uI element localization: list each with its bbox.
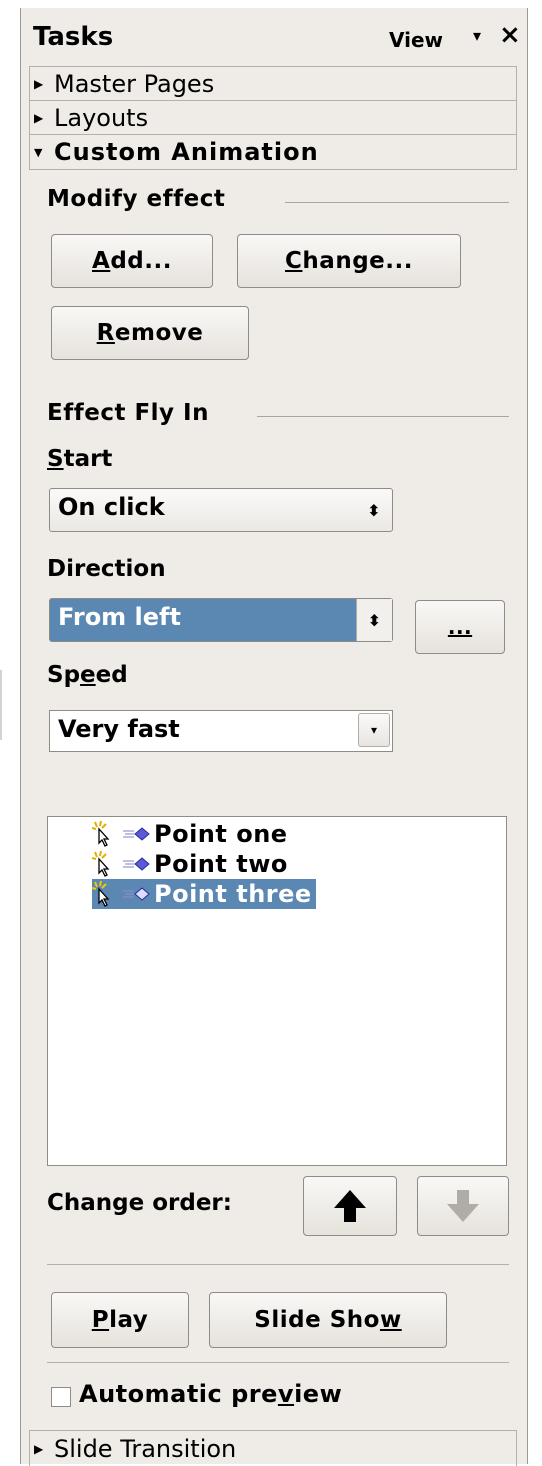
section-label: Master Pages bbox=[54, 69, 215, 98]
view-menu-button[interactable]: View bbox=[389, 28, 443, 52]
start-select[interactable]: On click ⬍ bbox=[49, 488, 393, 532]
expand-triangle-icon: ▶ bbox=[34, 76, 44, 91]
group-divider bbox=[285, 202, 509, 203]
spin-arrows-icon: ⬍ bbox=[356, 599, 392, 641]
button-label: Slide Sho bbox=[254, 1307, 380, 1333]
expand-triangle-icon: ▶ bbox=[34, 110, 44, 125]
arrow-up-icon bbox=[334, 1190, 366, 1222]
start-value: On click bbox=[58, 493, 165, 521]
fly-in-effect-icon bbox=[123, 857, 150, 871]
collapse-triangle-icon: ▼ bbox=[34, 145, 44, 159]
list-item[interactable]: Point two bbox=[92, 849, 288, 879]
start-label: Start bbox=[47, 446, 112, 472]
mnemonic: e bbox=[80, 662, 96, 688]
section-custom-animation[interactable]: ▼ Custom Animation bbox=[29, 134, 517, 170]
list-item[interactable]: Point three bbox=[92, 879, 316, 909]
close-pane-button[interactable]: × bbox=[499, 20, 521, 50]
label-text: Automatic pre bbox=[79, 1380, 278, 1408]
mnemonic: S bbox=[47, 446, 64, 472]
section-label: Slide Transition bbox=[54, 1434, 237, 1463]
speed-value: Very fast bbox=[58, 715, 180, 743]
section-slide-transition[interactable]: ▶ Slide Transition bbox=[29, 1430, 517, 1466]
label-text: Sp bbox=[47, 662, 81, 688]
button-label: lay bbox=[109, 1307, 149, 1333]
section-label: Custom Animation bbox=[54, 138, 319, 166]
mnemonic: P bbox=[91, 1307, 110, 1333]
direction-label: Direction bbox=[47, 556, 166, 582]
view-menu-arrow-icon[interactable]: ▾ bbox=[473, 26, 481, 45]
speed-select[interactable]: Very fast ▾ bbox=[49, 710, 393, 752]
divider bbox=[47, 1362, 509, 1363]
list-item-label: Point three bbox=[154, 880, 312, 908]
mnemonic: C bbox=[285, 248, 303, 274]
fly-in-effect-icon bbox=[123, 887, 150, 901]
automatic-preview-checkbox[interactable] bbox=[51, 1387, 71, 1407]
label-text: ed bbox=[95, 662, 128, 688]
list-item[interactable]: Point one bbox=[92, 819, 288, 849]
expand-triangle-icon: ▶ bbox=[34, 1441, 44, 1456]
add-effect-button[interactable]: Add... bbox=[51, 234, 213, 288]
button-label: dd... bbox=[110, 248, 172, 274]
direction-value: From left bbox=[58, 603, 181, 631]
button-label: hange... bbox=[302, 248, 413, 274]
speed-label: Speed bbox=[47, 662, 128, 688]
group-divider bbox=[257, 416, 509, 417]
change-order-label: Change order: bbox=[47, 1190, 232, 1216]
mnemonic: v bbox=[277, 1380, 295, 1408]
section-master-pages[interactable]: ▶ Master Pages bbox=[29, 66, 517, 100]
chevron-down-icon: ▾ bbox=[358, 713, 390, 747]
section-layouts[interactable]: ▶ Layouts bbox=[29, 100, 517, 134]
play-button[interactable]: Play bbox=[51, 1292, 189, 1348]
section-label: Layouts bbox=[54, 103, 149, 132]
fly-in-effect-icon bbox=[123, 827, 150, 841]
modify-effect-label: Modify effect bbox=[47, 186, 226, 212]
button-label: ... bbox=[447, 615, 473, 639]
list-item-label: Point two bbox=[154, 850, 288, 878]
move-down-button[interactable] bbox=[417, 1176, 509, 1236]
tasks-pane: Tasks View ▾ × ▶ Master Pages ▶ Layouts … bbox=[20, 8, 528, 1466]
window-edge bbox=[0, 670, 2, 740]
divider bbox=[47, 1264, 509, 1265]
label-text: tart bbox=[63, 446, 113, 472]
automatic-preview-label[interactable]: Automatic preview bbox=[79, 1380, 342, 1408]
effect-list[interactable]: Point one Point two Point three bbox=[47, 816, 507, 1166]
on-click-trigger-icon bbox=[92, 881, 110, 907]
remove-effect-button[interactable]: Remove bbox=[51, 306, 249, 360]
pane-title: Tasks bbox=[33, 22, 114, 52]
effect-group-label: Effect Fly In bbox=[47, 400, 209, 426]
label-text: iew bbox=[294, 1380, 343, 1408]
move-up-button[interactable] bbox=[303, 1176, 397, 1236]
mnemonic: A bbox=[92, 248, 111, 274]
slide-show-button[interactable]: Slide Sho w bbox=[209, 1292, 447, 1348]
spin-arrows-icon: ⬍ bbox=[367, 500, 381, 520]
change-effect-button[interactable]: Change... bbox=[237, 234, 461, 288]
list-item-label: Point one bbox=[154, 820, 288, 848]
mnemonic: R bbox=[96, 320, 115, 346]
button-label: emove bbox=[114, 320, 204, 346]
on-click-trigger-icon bbox=[92, 851, 110, 877]
arrow-down-icon bbox=[447, 1190, 479, 1222]
mnemonic: w bbox=[379, 1307, 402, 1333]
direction-select[interactable]: From left ⬍ bbox=[49, 598, 393, 642]
on-click-trigger-icon bbox=[92, 821, 110, 847]
effect-options-button[interactable]: ... bbox=[415, 600, 505, 654]
